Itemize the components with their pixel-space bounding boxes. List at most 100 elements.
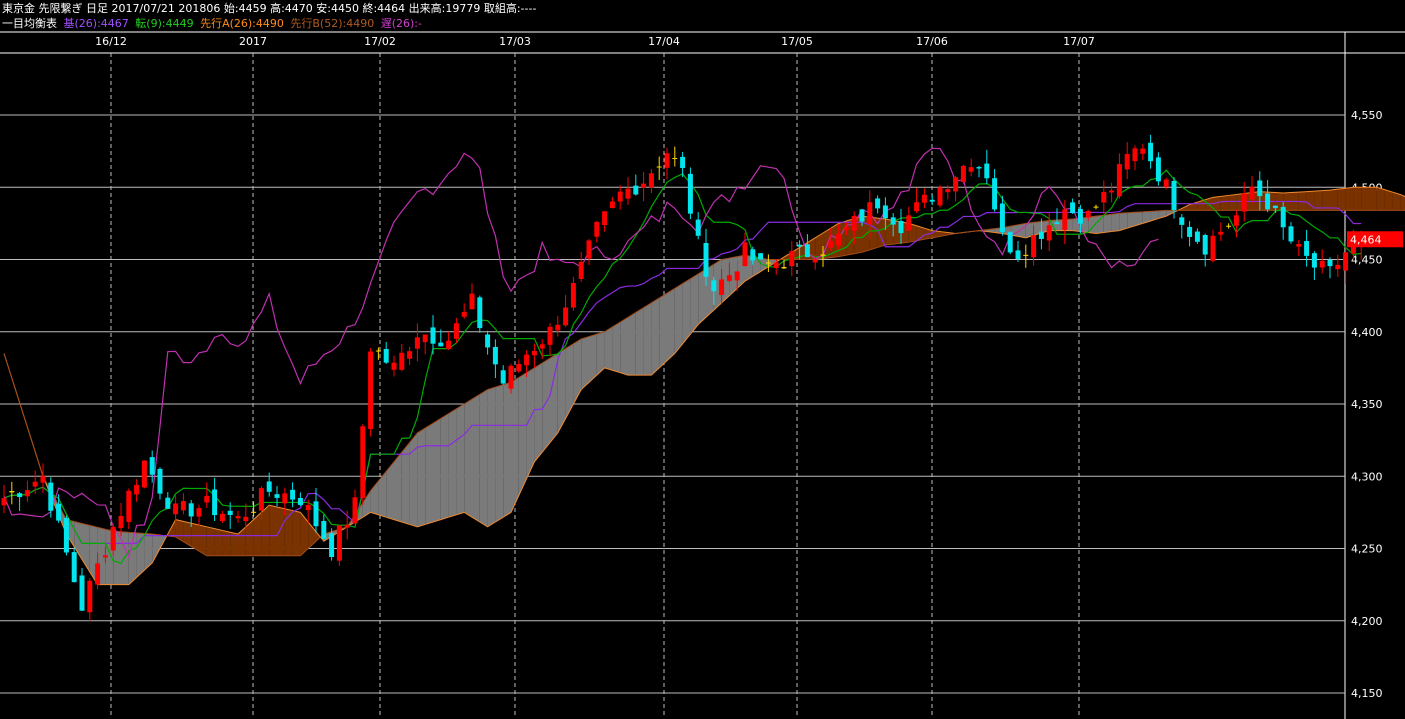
- candle-body: [664, 153, 670, 168]
- candle-body: [485, 334, 491, 348]
- candle-body: [703, 242, 709, 277]
- ichimoku-chart[interactable]: 4,1504,2004,2504,3004,3504,4004,4504,500…: [0, 0, 1405, 719]
- candle-body: [687, 173, 693, 214]
- candle-body: [594, 221, 600, 237]
- candle-body: [914, 202, 920, 212]
- candle-body: [453, 323, 459, 339]
- kumo-cloud-segment: [401, 442, 410, 525]
- y-tick-label: 4,250: [1351, 543, 1383, 556]
- candle-body: [1319, 260, 1325, 268]
- kumo-cloud-segment: [440, 413, 449, 520]
- candle-body: [500, 370, 506, 384]
- candle-body: [1, 498, 7, 506]
- candle-body: [1233, 215, 1239, 226]
- candle-body: [110, 526, 116, 551]
- kumo-cloud-segment: [581, 336, 589, 390]
- y-tick-label: 4,150: [1351, 687, 1383, 700]
- kumo-cloud-segment: [277, 506, 285, 556]
- candle-body: [430, 327, 436, 344]
- kumo-cloud-segment: [479, 389, 488, 527]
- kumo-cloud-segment: [206, 526, 215, 556]
- kijun-line: [3, 200, 1362, 544]
- kumo-cloud-segment: [534, 363, 543, 462]
- kumo-cloud-segment: [1369, 187, 1377, 211]
- candle-body: [329, 533, 335, 558]
- kumo-cloud-segment: [1376, 187, 1385, 211]
- candle-body: [1155, 157, 1161, 182]
- candle-body: [414, 337, 420, 349]
- candle-body: [820, 254, 826, 256]
- candle-body: [742, 242, 748, 267]
- candle-body: [758, 253, 764, 260]
- candle-body: [344, 524, 350, 528]
- candle-body: [251, 511, 257, 513]
- candle-body: [1148, 142, 1154, 162]
- kumo-cloud-segment: [1400, 194, 1405, 211]
- candle-body: [266, 481, 272, 492]
- kumo-cloud-segment: [628, 312, 636, 376]
- candle-body: [875, 198, 881, 209]
- candle-body: [1031, 235, 1037, 258]
- x-tick-label: 16/12: [95, 35, 127, 48]
- candle-body: [812, 259, 818, 263]
- candle-body: [227, 510, 233, 515]
- kumo-cloud-segment: [487, 387, 496, 527]
- candle-body: [383, 349, 389, 363]
- kumo-cloud-segment: [1353, 187, 1362, 211]
- candle-body: [1187, 226, 1193, 237]
- candle-body: [352, 497, 358, 524]
- x-tick-label: 17/04: [648, 35, 680, 48]
- kumo-cloud-segment: [472, 394, 480, 523]
- candle-body: [711, 280, 717, 292]
- candle-body: [258, 488, 264, 511]
- kumo-cloud-segment: [1384, 189, 1393, 211]
- candle-body: [1163, 179, 1169, 187]
- candle-body: [141, 460, 147, 488]
- candle-body: [773, 262, 779, 269]
- tenkan-line: [3, 169, 1362, 565]
- candle-body: [375, 350, 381, 352]
- kumo-cloud-segment: [152, 534, 160, 563]
- y-tick-label: 4,450: [1351, 254, 1383, 267]
- kumo-cloud-segment: [542, 358, 550, 453]
- candle-body: [71, 552, 77, 583]
- candle-body: [492, 346, 498, 365]
- candle-body: [235, 516, 241, 519]
- candle-body: [336, 525, 342, 561]
- candle-body: [118, 515, 124, 529]
- candle-body: [1132, 148, 1138, 162]
- candle-body: [1116, 164, 1122, 197]
- candle-body: [1327, 259, 1333, 267]
- candle-body: [1085, 210, 1091, 218]
- candle-body: [898, 220, 904, 234]
- candle-body: [843, 227, 849, 230]
- x-tick-label: 17/07: [1063, 35, 1095, 48]
- candle-body: [422, 334, 428, 343]
- candle-body: [633, 185, 639, 195]
- candle-body: [1335, 264, 1341, 270]
- candle-body: [867, 202, 873, 225]
- candle-body: [602, 211, 608, 226]
- candle-body: [734, 271, 740, 281]
- candle-body: [126, 490, 132, 522]
- candle-body: [1265, 193, 1271, 210]
- candle-body: [976, 167, 982, 169]
- x-tick-label: 17/02: [364, 35, 396, 48]
- candle-body: [1101, 192, 1107, 203]
- kumo-cloud-segment: [1096, 215, 1104, 234]
- kumo-cloud-segment: [589, 334, 597, 383]
- x-tick-label: 17/03: [499, 35, 531, 48]
- candle-body: [836, 233, 842, 246]
- candle-body: [1140, 148, 1146, 154]
- kumo-cloud-segment: [175, 519, 184, 542]
- candle-body: [165, 497, 171, 509]
- candle-body: [17, 493, 23, 498]
- candle-body: [719, 279, 725, 295]
- candle-body: [984, 163, 990, 179]
- candle-body: [656, 166, 662, 168]
- candle-body: [407, 351, 413, 359]
- candle-body: [929, 199, 935, 202]
- candle-body: [992, 178, 998, 210]
- kumo-cloud-segment: [682, 278, 691, 344]
- candle-body: [625, 188, 631, 199]
